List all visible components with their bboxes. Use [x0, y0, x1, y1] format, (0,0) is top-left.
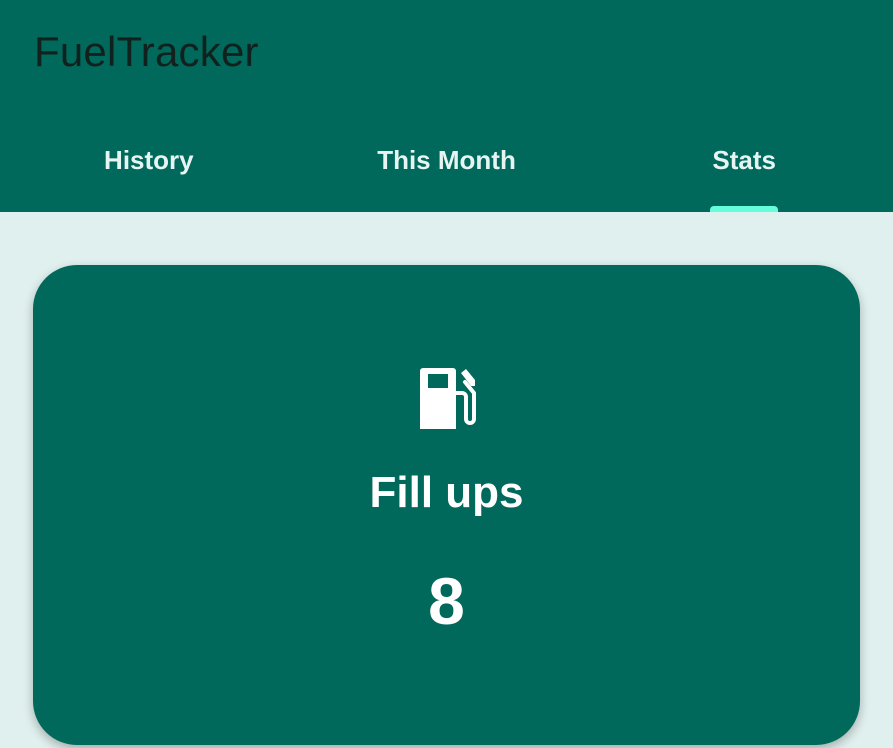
tab-stats[interactable]: Stats: [595, 112, 893, 212]
tab-history[interactable]: History: [0, 112, 298, 212]
selected-tab-indicator: [710, 206, 779, 212]
tab-this-month[interactable]: This Month: [298, 112, 596, 212]
stat-value: 8: [428, 564, 465, 638]
tab-label: Stats: [712, 144, 776, 175]
app-title: FuelTracker: [34, 28, 259, 75]
tab-label: History: [104, 144, 194, 175]
tab-label: This Month: [377, 144, 516, 175]
fill-ups-stat-card: Fill ups 8: [33, 265, 860, 745]
stat-label: Fill ups: [369, 468, 524, 517]
fuel-pump-icon: [419, 368, 476, 429]
app-bar: FuelTracker History This Month Stats: [0, 0, 893, 212]
tab-bar: History This Month Stats: [0, 112, 893, 212]
